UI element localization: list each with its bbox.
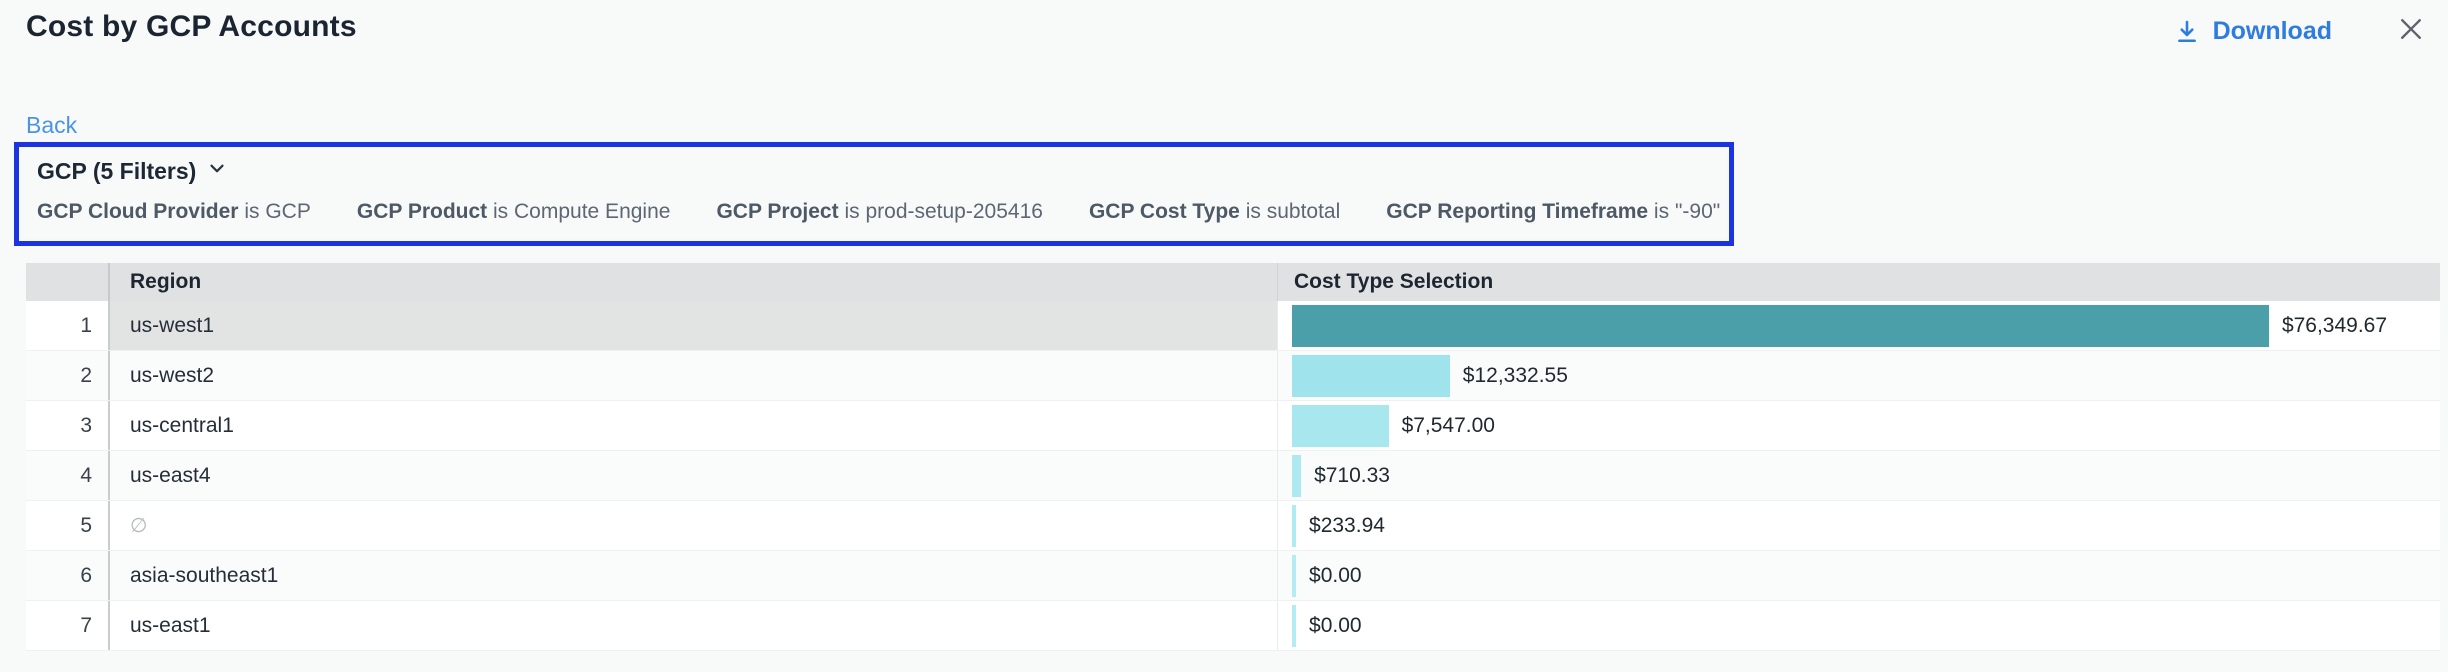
cost-value: $710.33 bbox=[1314, 464, 1390, 488]
region-cell[interactable]: us-west1 bbox=[110, 301, 1277, 350]
cost-bar bbox=[1292, 555, 1296, 597]
table-row: 1 us-west1 $76,349.67 bbox=[26, 301, 2440, 351]
filter-item-cost-type[interactable]: GCP Cost Type is subtotal bbox=[1089, 200, 1340, 224]
table-row: 5 ∅ $233.94 bbox=[26, 501, 2440, 551]
cost-cell[interactable]: $233.94 bbox=[1277, 501, 2440, 550]
row-number: 7 bbox=[26, 601, 110, 650]
filter-item-list: GCP Cloud Provider is GCP GCP Product is… bbox=[37, 200, 1711, 224]
region-cell[interactable]: us-east4 bbox=[110, 451, 1277, 500]
region-cell[interactable]: us-central1 bbox=[110, 401, 1277, 450]
table-row: 2 us-west2 $12,332.55 bbox=[26, 351, 2440, 401]
cost-cell[interactable]: $0.00 bbox=[1277, 601, 2440, 650]
row-number: 6 bbox=[26, 551, 110, 600]
filter-item-cloud-provider[interactable]: GCP Cloud Provider is GCP bbox=[37, 200, 311, 224]
download-icon bbox=[2173, 18, 2201, 46]
table-row: 7 us-east1 $0.00 bbox=[26, 601, 2440, 651]
region-cell[interactable]: asia-southeast1 bbox=[110, 551, 1277, 600]
cost-bar bbox=[1292, 405, 1389, 447]
cost-cell[interactable]: $710.33 bbox=[1277, 451, 2440, 500]
download-label: Download bbox=[2213, 17, 2332, 46]
cost-value: $7,547.00 bbox=[1402, 414, 1495, 438]
page-title: Cost by GCP Accounts bbox=[26, 10, 357, 44]
filter-summary-label: GCP (5 Filters) bbox=[37, 158, 196, 185]
table-row: 6 asia-southeast1 $0.00 bbox=[26, 551, 2440, 601]
filter-item-timeframe[interactable]: GCP Reporting Timeframe is "-90" bbox=[1386, 200, 1720, 224]
cost-value: $76,349.67 bbox=[2282, 314, 2387, 338]
cost-bar bbox=[1292, 305, 2269, 347]
row-number-column-header bbox=[26, 263, 110, 301]
chevron-down-icon bbox=[206, 157, 228, 185]
row-number: 1 bbox=[26, 301, 110, 350]
filter-box: GCP (5 Filters) GCP Cloud Provider is GC… bbox=[14, 142, 1734, 246]
cost-table: Region Cost Type Selection 1 us-west1 $7… bbox=[26, 263, 2440, 651]
cost-bar bbox=[1292, 355, 1450, 397]
close-icon bbox=[2396, 14, 2426, 49]
cost-cell[interactable]: $0.00 bbox=[1277, 551, 2440, 600]
back-link[interactable]: Back bbox=[26, 112, 77, 139]
filter-item-project[interactable]: GCP Project is prod-setup-205416 bbox=[716, 200, 1042, 224]
cost-bar bbox=[1292, 505, 1296, 547]
region-cell[interactable]: us-west2 bbox=[110, 351, 1277, 400]
table-row: 3 us-central1 $7,547.00 bbox=[26, 401, 2440, 451]
cost-value: $0.00 bbox=[1309, 614, 1362, 638]
row-number: 4 bbox=[26, 451, 110, 500]
row-number: 3 bbox=[26, 401, 110, 450]
header-actions: Download bbox=[2173, 14, 2426, 49]
table-row: 4 us-east4 $710.33 bbox=[26, 451, 2440, 501]
download-button[interactable]: Download bbox=[2173, 17, 2332, 46]
cost-value: $12,332.55 bbox=[1463, 364, 1568, 388]
region-column-header[interactable]: Region bbox=[110, 263, 1277, 301]
cost-column-header[interactable]: Cost Type Selection bbox=[1277, 263, 2440, 301]
close-button[interactable] bbox=[2396, 14, 2426, 49]
row-number: 5 bbox=[26, 501, 110, 550]
region-cell-null[interactable]: ∅ bbox=[110, 501, 1277, 550]
cost-bar bbox=[1292, 455, 1301, 497]
cost-cell[interactable]: $7,547.00 bbox=[1277, 401, 2440, 450]
row-number: 2 bbox=[26, 351, 110, 400]
cost-cell[interactable]: $76,349.67 bbox=[1277, 301, 2440, 350]
filter-item-product[interactable]: GCP Product is Compute Engine bbox=[357, 200, 671, 224]
cost-value: $233.94 bbox=[1309, 514, 1385, 538]
cost-value: $0.00 bbox=[1309, 564, 1362, 588]
filter-summary-dropdown[interactable]: GCP (5 Filters) bbox=[37, 157, 1711, 185]
region-cell[interactable]: us-east1 bbox=[110, 601, 1277, 650]
cost-bar bbox=[1292, 605, 1296, 647]
cost-cell[interactable]: $12,332.55 bbox=[1277, 351, 2440, 400]
table-header-row: Region Cost Type Selection bbox=[26, 263, 2440, 301]
